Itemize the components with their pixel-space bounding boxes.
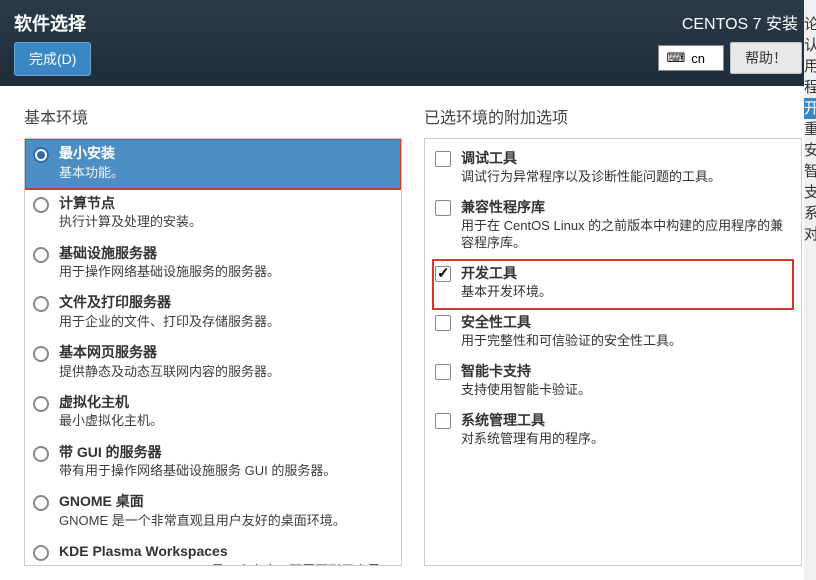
- checkbox-icon: [435, 413, 451, 429]
- checkbox-icon: [435, 151, 451, 167]
- addon-list: 调试工具调试行为异常程序以及诊断性能问题的工具。兼容性程序库用于在 CentOS…: [424, 138, 802, 566]
- env-option-name: 文件及打印服务器: [59, 294, 280, 312]
- radio-icon: [33, 545, 49, 561]
- help-button[interactable]: 帮助！: [730, 42, 802, 74]
- addon-option-name: 智能卡支持: [461, 362, 591, 380]
- env-option-name: 基本网页服务器: [59, 344, 280, 362]
- base-env-list: 最小安装基本功能。计算节点执行计算及处理的安装。基础设施服务器用于操作网络基础设…: [24, 138, 402, 566]
- env-option-name: 最小安装: [59, 145, 124, 163]
- addon-option-desc: 支持使用智能卡验证。: [461, 382, 591, 399]
- env-option-desc: 带有用于操作网络基础设施服务 GUI 的服务器。: [59, 463, 336, 479]
- env-option[interactable]: KDE Plasma Workspaces KDE Plasma Workspac…: [25, 537, 401, 566]
- env-option[interactable]: 文件及打印服务器用于企业的文件、打印及存储服务器。: [25, 288, 401, 338]
- env-option-name: 带 GUI 的服务器: [59, 444, 336, 462]
- env-option[interactable]: 虚拟化主机最小虚拟化主机。: [25, 388, 401, 438]
- env-option-desc: 最小虚拟化主机。: [59, 413, 163, 429]
- env-option-desc: 用于操作网络基础设施服务的服务器。: [59, 264, 280, 280]
- radio-icon: [33, 495, 49, 511]
- env-option-desc: 基本功能。: [59, 165, 124, 181]
- addon-title: 已选环境的附加选项: [424, 104, 802, 128]
- env-option-desc: 提供静态及动态互联网内容的服务器。: [59, 364, 280, 380]
- keyboard-indicator[interactable]: ⌨ cn: [658, 45, 725, 71]
- background-occluded-text: 论认用程开重安智支系对: [804, 0, 816, 580]
- addon-option-name: 系统管理工具: [461, 411, 604, 429]
- env-option-name: KDE Plasma Workspaces: [59, 543, 393, 561]
- radio-icon: [33, 346, 49, 362]
- env-option[interactable]: 带 GUI 的服务器带有用于操作网络基础设施服务 GUI 的服务器。: [25, 438, 401, 488]
- addon-option[interactable]: 系统管理工具对系统管理有用的程序。: [433, 407, 793, 456]
- radio-icon: [33, 296, 49, 312]
- env-option-name: GNOME 桌面: [59, 493, 346, 511]
- install-title: CENTOS 7 安装: [682, 10, 798, 34]
- radio-icon: [33, 247, 49, 263]
- keyboard-layout: cn: [691, 51, 705, 66]
- env-option-desc: 执行计算及处理的安装。: [59, 214, 202, 230]
- addon-option-desc: 对系统管理有用的程序。: [461, 431, 604, 448]
- env-option-desc: KDE Plasma Workspaces 是一个高度可配置图形用户界面，其中包…: [59, 563, 393, 567]
- base-env-title: 基本环境: [24, 104, 402, 128]
- addon-option-desc: 调试行为异常程序以及诊断性能问题的工具。: [461, 169, 721, 186]
- env-option-desc: 用于企业的文件、打印及存储服务器。: [59, 314, 280, 330]
- env-option[interactable]: GNOME 桌面 GNOME 是一个非常直观且用户友好的桌面环境。: [25, 487, 401, 537]
- radio-icon: [33, 147, 49, 163]
- checkbox-icon: [435, 364, 451, 380]
- radio-icon: [33, 446, 49, 462]
- env-option-name: 基础设施服务器: [59, 245, 280, 263]
- header: 软件选择 完成(D) CENTOS 7 安装 ⌨ cn 帮助！: [0, 0, 816, 86]
- addon-option[interactable]: 兼容性程序库用于在 CentOS Linux 的之前版本中构建的应用程序的兼容程…: [433, 194, 793, 260]
- addon-option[interactable]: 安全性工具用于完整性和可信验证的安全性工具。: [433, 309, 793, 358]
- radio-icon: [33, 197, 49, 213]
- radio-icon: [33, 396, 49, 412]
- checkbox-icon: [435, 200, 451, 216]
- env-option[interactable]: 基本网页服务器提供静态及动态互联网内容的服务器。: [25, 338, 401, 388]
- checkbox-icon: [435, 315, 451, 331]
- env-option-desc: GNOME 是一个非常直观且用户友好的桌面环境。: [59, 513, 346, 529]
- addon-option-desc: 用于在 CentOS Linux 的之前版本中构建的应用程序的兼容程序库。: [461, 218, 791, 252]
- env-option[interactable]: 计算节点执行计算及处理的安装。: [25, 189, 401, 239]
- addon-option-desc: 基本开发环境。: [461, 284, 552, 301]
- addon-option-name: 兼容性程序库: [461, 198, 791, 216]
- env-option[interactable]: 基础设施服务器用于操作网络基础设施服务的服务器。: [25, 239, 401, 289]
- checkbox-icon: [435, 266, 451, 282]
- addon-option-desc: 用于完整性和可信验证的安全性工具。: [461, 333, 682, 350]
- addon-option-name: 安全性工具: [461, 313, 682, 331]
- env-option-name: 虚拟化主机: [59, 394, 163, 412]
- keyboard-icon: ⌨: [667, 50, 686, 66]
- addon-option[interactable]: 智能卡支持支持使用智能卡验证。: [433, 358, 793, 407]
- page-title: 软件选择: [14, 10, 86, 36]
- addon-option[interactable]: 开发工具基本开发环境。: [433, 260, 793, 309]
- addon-option-name: 调试工具: [461, 149, 721, 167]
- addon-option[interactable]: 调试工具调试行为异常程序以及诊断性能问题的工具。: [433, 145, 793, 194]
- addon-option-name: 开发工具: [461, 264, 552, 282]
- env-option[interactable]: 最小安装基本功能。: [25, 139, 401, 189]
- done-button[interactable]: 完成(D): [14, 42, 91, 76]
- env-option-name: 计算节点: [59, 195, 202, 213]
